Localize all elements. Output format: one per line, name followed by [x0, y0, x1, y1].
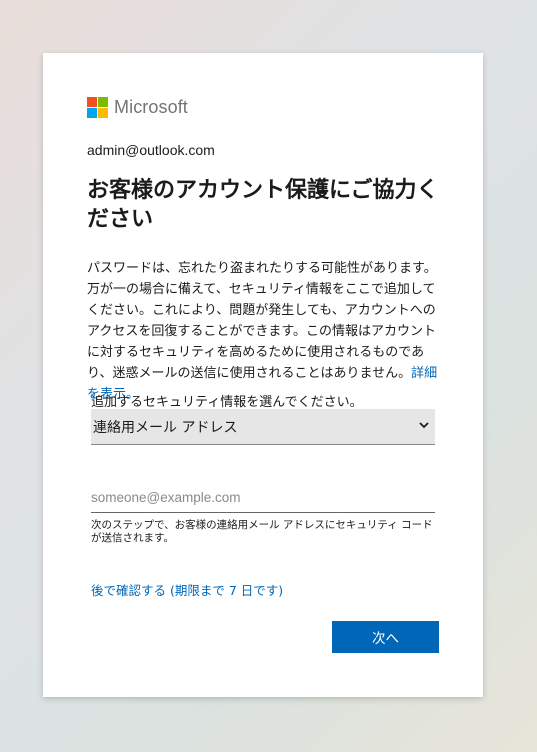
chevron-down-icon [419, 422, 429, 429]
description: パスワードは、忘れたり盗まれたりする可能性があります。万が一の場合に備えて、セキ… [87, 258, 439, 405]
hint-text: 次のステップで、お客様の連絡用メール アドレスにセキュリティ コードが送信されま… [91, 519, 433, 544]
verify-later-link[interactable]: 後で確認する (期限まで 7 日です) [91, 580, 283, 599]
next-button[interactable]: 次へ [332, 621, 439, 653]
microsoft-logo: Microsoft [87, 97, 188, 118]
signin-card: Microsoft admin@outlook.com お客様のアカウント保護に… [43, 53, 483, 697]
description-text: パスワードは、忘れたり盗まれたりする可能性があります。万が一の場合に備えて、セキ… [87, 261, 437, 381]
security-info-select[interactable]: 連絡用メール アドレス [91, 409, 435, 445]
account-identity: admin@outlook.com [87, 142, 215, 158]
security-select-value: 連絡用メール アドレス [93, 419, 238, 436]
security-select-label: 追加するセキュリティ情報を選んでください。 [91, 395, 363, 410]
email-field[interactable] [91, 483, 435, 513]
page-title: お客様のアカウント保護にご協力ください [87, 178, 439, 232]
brand-name: Microsoft [114, 97, 188, 117]
microsoft-logo-icon [87, 97, 108, 118]
